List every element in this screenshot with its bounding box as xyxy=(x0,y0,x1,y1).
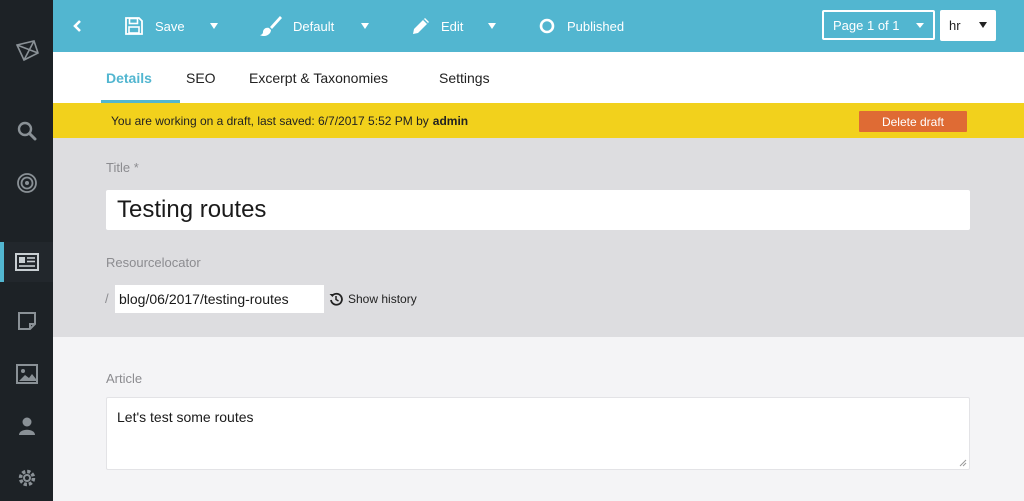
history-icon xyxy=(329,292,343,306)
brush-icon xyxy=(260,16,282,37)
save-button[interactable]: Save xyxy=(125,0,185,52)
target-icon[interactable] xyxy=(0,163,53,203)
resource-prefix: / xyxy=(105,291,109,306)
chevron-down-icon xyxy=(488,23,496,29)
chevron-down-icon xyxy=(361,23,369,29)
edit-menu[interactable]: Edit xyxy=(411,0,463,52)
sidebar xyxy=(0,0,53,501)
template-dropdown[interactable] xyxy=(361,0,369,52)
title-input[interactable]: Testing routes xyxy=(106,190,970,230)
draft-message: You are working on a draft, last saved: … xyxy=(111,103,468,138)
resource-locator-input[interactable]: blog/06/2017/testing-routes xyxy=(115,285,324,313)
snippets-icon[interactable] xyxy=(0,301,53,341)
tab-bar: Details SEO Excerpt & Taxonomies Setting… xyxy=(53,52,1024,103)
status-label: Published xyxy=(567,18,625,34)
edit-label: Edit xyxy=(441,18,464,34)
chevron-down-icon xyxy=(210,23,218,29)
article-text: Let's test some routes xyxy=(117,409,254,425)
article-section: Article Let's test some routes xyxy=(53,337,1024,501)
settings-icon[interactable] xyxy=(0,458,53,498)
show-history-button[interactable]: Show history xyxy=(329,285,417,313)
toolbar: Save Default Edit Published Page 1 of 1 … xyxy=(53,0,1024,52)
draft-message-text: You are working on a draft, last saved: … xyxy=(111,113,429,128)
pages-icon[interactable] xyxy=(0,242,53,282)
media-icon[interactable] xyxy=(0,354,53,394)
details-section: Title * Testing routes Resourcelocator /… xyxy=(53,138,1024,337)
status-circle-icon xyxy=(539,18,555,34)
save-options-dropdown[interactable] xyxy=(210,0,218,52)
title-label: Title * xyxy=(106,160,139,175)
tab-details[interactable]: Details xyxy=(101,52,180,103)
locale-select[interactable]: hr xyxy=(940,10,996,41)
locale-value: hr xyxy=(949,18,961,33)
floppy-icon xyxy=(125,17,143,35)
sulu-logo-icon[interactable] xyxy=(0,31,53,71)
resource-locator-label: Resourcelocator xyxy=(106,255,201,270)
template-label: Default xyxy=(293,18,335,34)
resize-handle-icon[interactable] xyxy=(959,459,967,467)
chevron-down-icon xyxy=(979,22,987,28)
chevron-left-icon xyxy=(73,20,81,32)
contacts-icon[interactable] xyxy=(0,406,53,446)
article-label: Article xyxy=(106,371,143,386)
draft-user: admin xyxy=(432,113,469,128)
tab-seo[interactable]: SEO xyxy=(186,52,216,103)
edit-dropdown[interactable] xyxy=(488,0,496,52)
chevron-down-icon xyxy=(916,23,924,28)
save-label: Save xyxy=(155,18,185,34)
template-select[interactable]: Default xyxy=(259,0,334,52)
tab-excerpt-taxonomies[interactable]: Excerpt & Taxonomies xyxy=(249,52,388,103)
tab-settings[interactable]: Settings xyxy=(439,52,490,103)
article-textarea[interactable]: Let's test some routes xyxy=(106,397,970,470)
draft-banner: You are working on a draft, last saved: … xyxy=(53,103,1024,138)
pencil-icon xyxy=(413,18,429,34)
page-select-value: Page 1 of 1 xyxy=(833,17,900,33)
show-history-label: Show history xyxy=(348,292,417,306)
search-icon[interactable] xyxy=(0,111,53,151)
page-select[interactable]: Page 1 of 1 xyxy=(822,10,935,40)
back-button[interactable] xyxy=(72,0,82,52)
publish-status[interactable]: Published xyxy=(539,0,624,52)
delete-draft-button[interactable]: Delete draft xyxy=(859,111,967,132)
